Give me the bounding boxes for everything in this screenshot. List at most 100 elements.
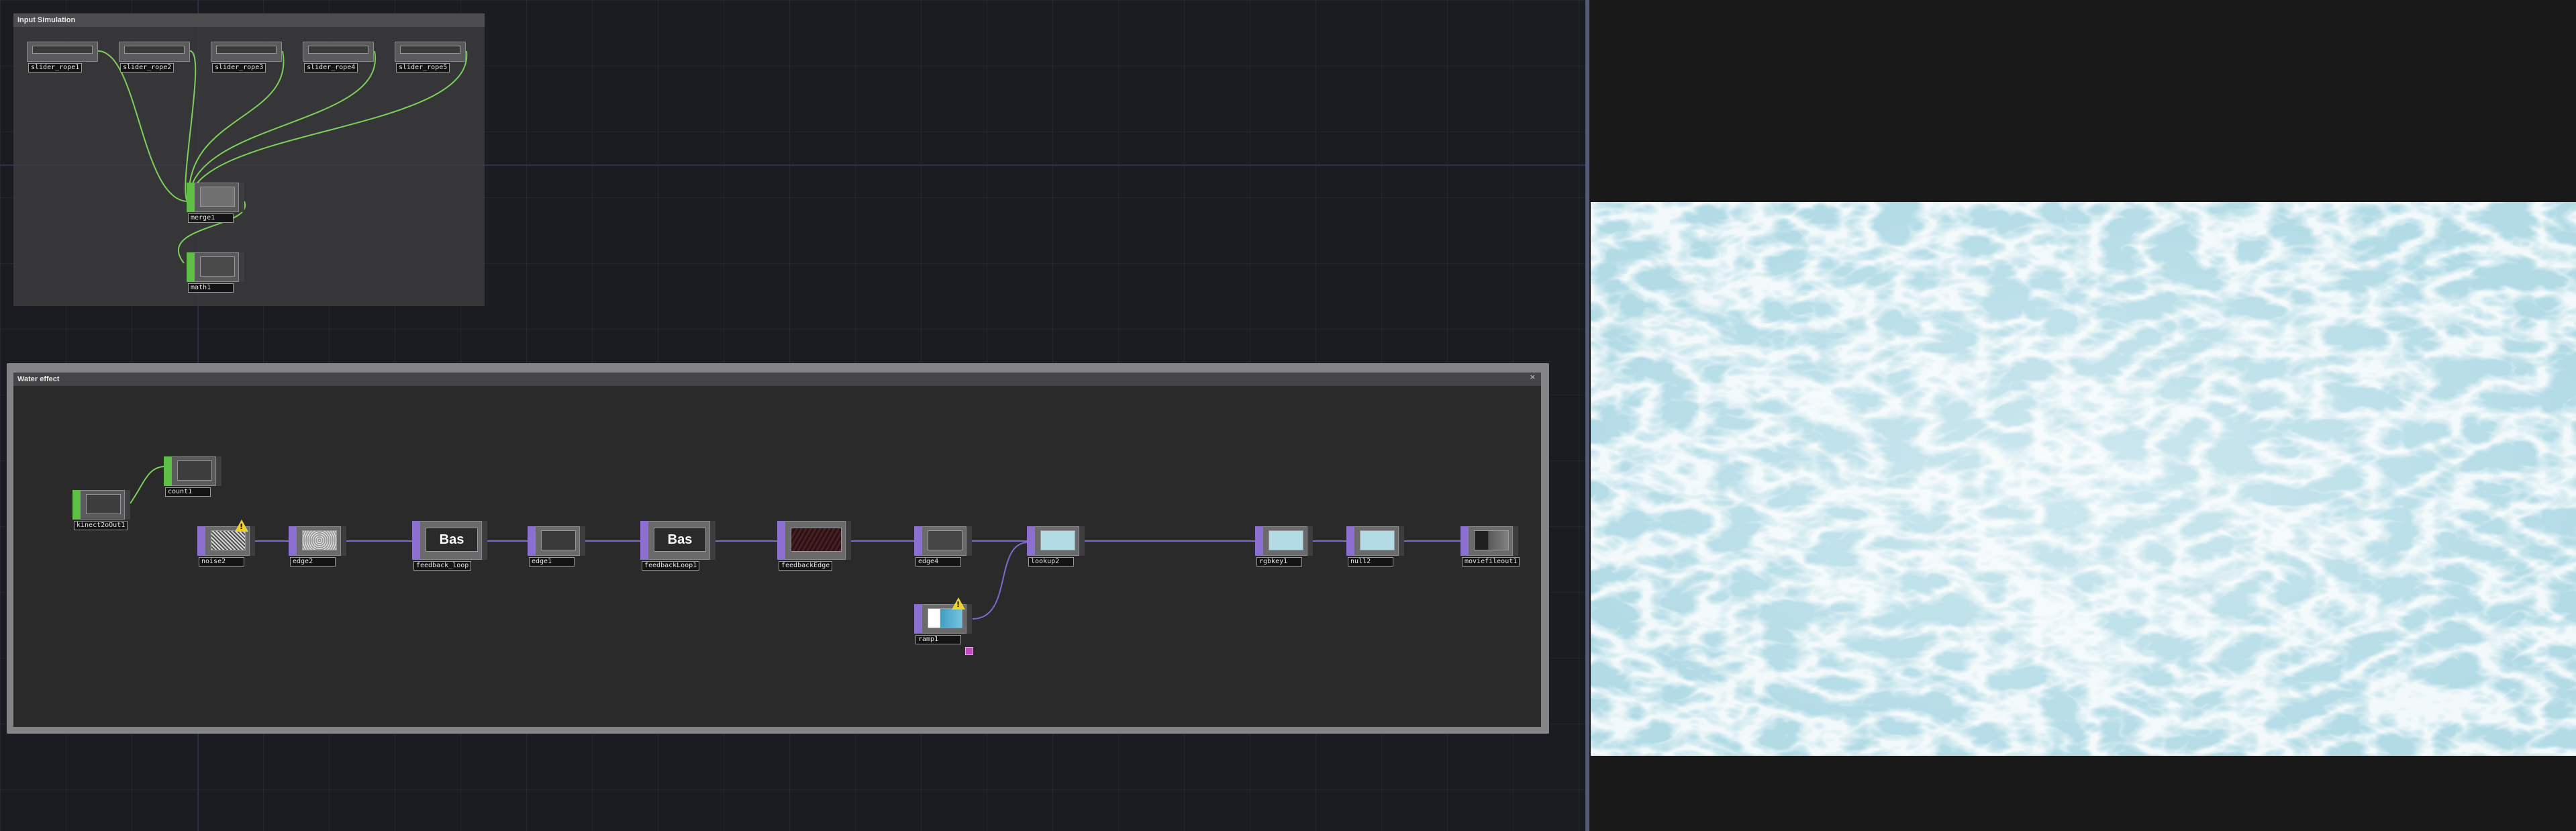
math1-node[interactable]: math1 [187, 252, 244, 293]
node-preview [791, 528, 842, 552]
node-preview: Bas [654, 528, 706, 552]
node-label[interactable]: edge1 [529, 557, 575, 567]
node-output-strip [1398, 526, 1404, 556]
top-stripe [1255, 526, 1263, 556]
chop-stripe [187, 252, 195, 282]
edge1-node[interactable]: edge1 [528, 526, 585, 567]
node-preview [177, 460, 212, 481]
node-output-strip [966, 526, 972, 556]
node-label[interactable]: edge2 [290, 557, 336, 567]
slider-rope5-node[interactable]: slider_rope5 [395, 42, 466, 72]
viewer-flag-icon[interactable] [965, 647, 973, 655]
node-label[interactable]: noise2 [199, 557, 244, 567]
node-preview [211, 530, 246, 550]
node-output-strip [124, 490, 130, 520]
wire-ramp1-lookup2 [972, 542, 1029, 620]
node-label[interactable]: math1 [188, 283, 234, 293]
node-label[interactable]: slider_rope5 [396, 63, 450, 72]
node-preview [928, 530, 962, 550]
node-output-strip [966, 604, 972, 634]
edge4-node[interactable]: edge4 [914, 526, 972, 567]
top-stripe [1460, 526, 1469, 556]
node-output-strip [238, 252, 244, 282]
moviefileout1-node[interactable]: moviefileout1 [1460, 526, 1520, 567]
warning-icon[interactable]: ! [235, 520, 248, 532]
rgbkey1-node[interactable]: rgbkey1 [1255, 526, 1313, 567]
chop-stripe [164, 456, 172, 486]
node-label[interactable]: edge4 [915, 557, 961, 567]
node-output-strip [579, 526, 585, 556]
node-label[interactable]: slider_rope2 [120, 63, 175, 72]
node-label[interactable]: ramp1 [915, 635, 961, 644]
kinect2oOut1-node[interactable]: kinect2oOut1 [72, 490, 130, 530]
node-preview [1360, 530, 1395, 550]
node-preview: Bas [426, 528, 478, 552]
top-stripe [289, 526, 297, 556]
node-label[interactable]: rgbkey1 [1256, 557, 1302, 567]
wires-layer [97, 50, 1460, 620]
wire-slider1-merge1 [97, 50, 189, 202]
node-output-strip [238, 183, 244, 212]
merge1-node[interactable]: merge1 [187, 183, 244, 223]
node-preview [541, 530, 576, 550]
node-output-strip [709, 521, 715, 560]
node-label[interactable]: slider_rope4 [304, 63, 358, 72]
node-label[interactable]: null2 [1348, 557, 1393, 567]
node-preview [1474, 530, 1509, 550]
slider-rope1-node[interactable]: slider_rope1 [27, 42, 98, 72]
wire-slider3-merge1 [188, 50, 285, 205]
top-stripe [197, 526, 205, 556]
top-stripe [640, 521, 648, 560]
count1-node[interactable]: count1 [164, 456, 221, 497]
node-label[interactable]: slider_rope3 [212, 63, 266, 72]
node-preview [928, 608, 962, 628]
null2-node[interactable]: null2 [1346, 526, 1404, 567]
node-label[interactable]: feedbackLoop1 [642, 561, 700, 571]
feedback-loop-node[interactable]: Bas feedback_loop [412, 521, 487, 571]
node-preview [200, 187, 235, 207]
top-stripe [914, 526, 922, 556]
node-label[interactable]: count1 [165, 487, 211, 497]
slider-rope2-node[interactable]: slider_rope2 [119, 42, 190, 72]
node-output-strip [1512, 526, 1518, 556]
slider-preview [400, 46, 460, 54]
node-preview [1269, 530, 1303, 550]
slider-preview [216, 46, 277, 54]
feedbackEdge-node[interactable]: feedbackEdge [777, 521, 851, 571]
water-render-preview [1591, 202, 2576, 756]
top-stripe [914, 604, 922, 634]
lookup2-node[interactable]: lookup2 [1027, 526, 1085, 567]
edge2-node[interactable]: edge2 [289, 526, 346, 567]
node-label[interactable]: lookup2 [1028, 557, 1074, 567]
slider-preview [32, 46, 93, 54]
node-label[interactable]: slider_rope1 [28, 63, 83, 72]
node-output-strip [249, 526, 255, 556]
node-label[interactable]: moviefileout1 [1462, 557, 1520, 567]
node-output-strip [340, 526, 346, 556]
slider-preview [308, 46, 368, 54]
top-stripe [1027, 526, 1035, 556]
node-preview [302, 530, 337, 550]
node-preview [200, 256, 235, 277]
node-label[interactable]: feedback_loop [413, 561, 472, 571]
node-output-strip [215, 456, 221, 486]
warning-icon[interactable]: ! [952, 597, 965, 609]
node-output-strip [481, 521, 487, 560]
chop-stripe [187, 183, 195, 212]
slider-rope4-node[interactable]: slider_rope4 [303, 42, 374, 72]
feedbackLoop1-node[interactable]: Bas feedbackLoop1 [640, 521, 715, 571]
node-output-strip [1079, 526, 1085, 556]
node-preview [86, 494, 121, 514]
slider-preview [124, 46, 185, 54]
network-editor[interactable]: Input Simulation Water effect × slider_r… [0, 0, 1585, 831]
node-label[interactable]: kinect2oOut1 [74, 521, 128, 530]
wire-kinect-count1 [130, 466, 166, 504]
node-label[interactable]: feedbackEdge [779, 561, 833, 571]
water-caustics-image [1591, 202, 2576, 756]
slider-rope3-node[interactable]: slider_rope3 [211, 42, 282, 72]
node-output-strip [1307, 526, 1313, 556]
top-stripe [1346, 526, 1354, 556]
node-label[interactable]: merge1 [188, 213, 234, 223]
top-stripe [412, 521, 420, 560]
chop-stripe [72, 490, 81, 520]
